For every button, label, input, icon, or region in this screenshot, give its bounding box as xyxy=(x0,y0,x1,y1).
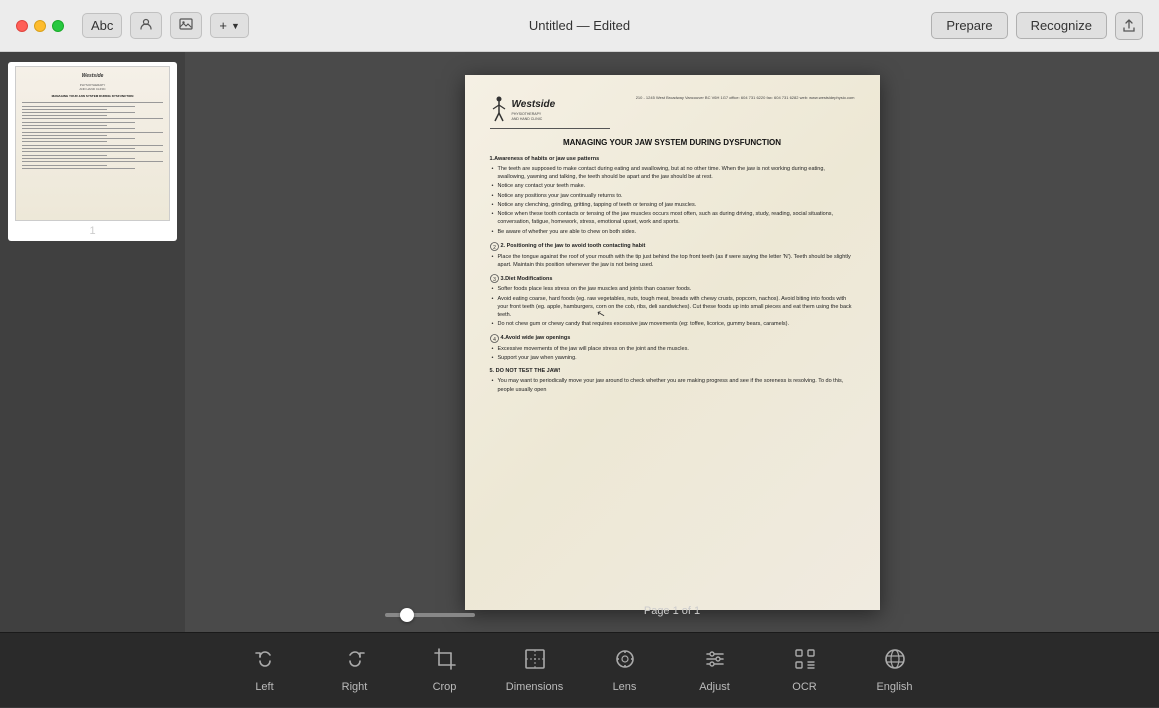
lens-tool[interactable]: Lens xyxy=(580,633,670,708)
doc-section3-header: 3 3.Diet Modifications xyxy=(490,274,855,283)
ocr-tool[interactable]: OCR xyxy=(760,633,850,708)
crop-label: Crop xyxy=(433,681,457,693)
doc-section4-bullets: Excessive movements of the jaw will plac… xyxy=(490,345,855,363)
doc-section4-title: 4.Avoid wide jaw openings xyxy=(501,334,571,342)
titlebar-right: Prepare Recognize xyxy=(931,12,1143,40)
main-area: Westside PHYSIOTHERAPYAND HAND CLINIC MA… xyxy=(0,52,1159,632)
share-button[interactable] xyxy=(1115,12,1143,40)
bullet-item: Support your jaw when yawning. xyxy=(490,354,855,362)
doc-section3-title: 3.Diet Modifications xyxy=(501,275,553,283)
doc-section4-header: 4 4.Avoid wide jaw openings xyxy=(490,334,855,343)
adjust-icon xyxy=(703,647,727,677)
bullet-item: Place the tongue against the roof of you… xyxy=(490,253,855,270)
bullet-item: Excessive movements of the jaw will plac… xyxy=(490,345,855,353)
bullet-item: Notice when these tooth contacts or tens… xyxy=(490,210,855,227)
document-page: Westside PHYSIOTHERAPY AND HAND CLINIC 2… xyxy=(465,75,880,610)
thumbnail-page-number: 1 xyxy=(89,225,95,237)
rotate-left-tool[interactable]: Left xyxy=(220,633,310,708)
doc-section1-title: 1.Awareness of habits or jaw use pattern… xyxy=(490,155,855,163)
bullet-item: You may want to periodically move your j… xyxy=(490,377,855,394)
bullet-item: Be aware of whether you are able to chew… xyxy=(490,228,855,236)
bullet-item: Notice any positions your jaw continuall… xyxy=(490,192,855,200)
page-indicator: Page 1 of 1 xyxy=(644,605,700,617)
add-chevron: ▼ xyxy=(231,21,240,31)
traffic-lights xyxy=(16,20,64,32)
add-icon: + xyxy=(219,18,227,33)
bottom-toolbar: Left Right Crop xyxy=(0,632,1159,707)
bullet-item: Notice any contact your teeth make. xyxy=(490,182,855,190)
zoom-slider-thumb[interactable] xyxy=(400,608,414,622)
sidebar: Westside PHYSIOTHERAPYAND HAND CLINIC MA… xyxy=(0,52,185,632)
zoom-slider-track[interactable] xyxy=(385,613,475,617)
doc-section5-header: 5. DO NOT TEST THE JAW! xyxy=(490,367,855,375)
doc-section2-title: 2. Positioning of the jaw to avoid tooth… xyxy=(501,242,646,250)
crop-icon xyxy=(433,647,457,677)
doc-address: 210 - 1245 West Broadway Vancouver BC V6… xyxy=(636,95,855,101)
doc-logo-area: Westside PHYSIOTHERAPY AND HAND CLINIC xyxy=(490,95,610,129)
rotate-left-icon xyxy=(253,647,277,677)
thumbnail-content: Westside PHYSIOTHERAPYAND HAND CLINIC MA… xyxy=(16,67,169,220)
rotate-right-tool[interactable]: Right xyxy=(310,633,400,708)
doc-section2-header: 2 2. Positioning of the jaw to avoid too… xyxy=(490,242,855,251)
document-header: Westside PHYSIOTHERAPY AND HAND CLINIC 2… xyxy=(490,95,855,129)
ocr-icon xyxy=(793,647,817,677)
text-tool-button[interactable]: Abc xyxy=(82,13,122,38)
doc-logo-sub: PHYSIOTHERAPY AND HAND CLINIC xyxy=(512,112,556,121)
bullet-item: Avoid eating coarse, hard foods (eg. raw… xyxy=(490,295,855,320)
doc-section1-bullets: The teeth are supposed to make contact d… xyxy=(490,165,855,236)
dimensions-icon xyxy=(523,647,547,677)
prepare-button[interactable]: Prepare xyxy=(931,12,1007,39)
adjust-tool[interactable]: Adjust xyxy=(670,633,760,708)
english-label: English xyxy=(876,681,912,693)
lens-icon xyxy=(613,647,637,677)
english-tool[interactable]: English xyxy=(850,633,940,708)
dimensions-tool[interactable]: Dimensions xyxy=(490,633,580,708)
contact-tool-button[interactable] xyxy=(130,12,162,39)
rotate-left-label: Left xyxy=(255,681,273,693)
svg-text:3: 3 xyxy=(493,277,496,283)
window-title: Untitled — Edited xyxy=(529,18,630,33)
english-icon xyxy=(883,647,907,677)
maximize-button[interactable] xyxy=(52,20,64,32)
text-tool-label: Abc xyxy=(91,18,113,33)
doc-section5-title: 5. DO NOT TEST THE JAW! xyxy=(490,367,561,375)
dimensions-label: Dimensions xyxy=(506,681,563,693)
doc-title: MANAGING YOUR JAW SYSTEM DURING DYSFUNCT… xyxy=(490,137,855,149)
bullet-item: Do not chew gum or chewy candy that requ… xyxy=(490,320,855,328)
bullet-item: Softer foods place less stress on the ja… xyxy=(490,285,855,293)
zoom-slider-area xyxy=(385,613,475,617)
crop-tool[interactable]: Crop xyxy=(400,633,490,708)
minimize-button[interactable] xyxy=(34,20,46,32)
titlebar-left: Abc + ▼ xyxy=(16,12,249,39)
doc-section2-bullets: Place the tongue against the roof of you… xyxy=(490,253,855,270)
thumbnail-image: Westside PHYSIOTHERAPYAND HAND CLINIC MA… xyxy=(15,66,170,221)
rotate-right-icon xyxy=(343,647,367,677)
svg-text:4: 4 xyxy=(493,337,496,343)
lens-label: Lens xyxy=(613,681,637,693)
page-thumbnail-1[interactable]: Westside PHYSIOTHERAPYAND HAND CLINIC MA… xyxy=(8,62,177,241)
add-tool-button[interactable]: + ▼ xyxy=(210,13,249,38)
doc-logo-text: Westside xyxy=(512,97,556,112)
canvas-area[interactable]: Westside PHYSIOTHERAPY AND HAND CLINIC 2… xyxy=(185,52,1159,632)
titlebar: Abc + ▼ Untitled — Edited xyxy=(0,0,1159,52)
doc-section3-bullets: Softer foods place less stress on the ja… xyxy=(490,285,855,328)
close-button[interactable] xyxy=(16,20,28,32)
document-content: Westside PHYSIOTHERAPY AND HAND CLINIC 2… xyxy=(465,75,880,610)
image-icon xyxy=(179,17,193,34)
bullet-item: The teeth are supposed to make contact d… xyxy=(490,165,855,182)
contact-icon xyxy=(139,17,153,34)
image-tool-button[interactable] xyxy=(170,12,202,39)
rotate-right-label: Right xyxy=(342,681,368,693)
ocr-label: OCR xyxy=(792,681,816,693)
doc-section5-bullets: You may want to periodically move your j… xyxy=(490,377,855,394)
recognize-button[interactable]: Recognize xyxy=(1016,12,1107,39)
document-container: Westside PHYSIOTHERAPY AND HAND CLINIC 2… xyxy=(465,75,880,610)
svg-text:2: 2 xyxy=(493,245,496,251)
adjust-label: Adjust xyxy=(699,681,730,693)
bullet-item: Notice any clenching, grinding, gritting… xyxy=(490,201,855,209)
